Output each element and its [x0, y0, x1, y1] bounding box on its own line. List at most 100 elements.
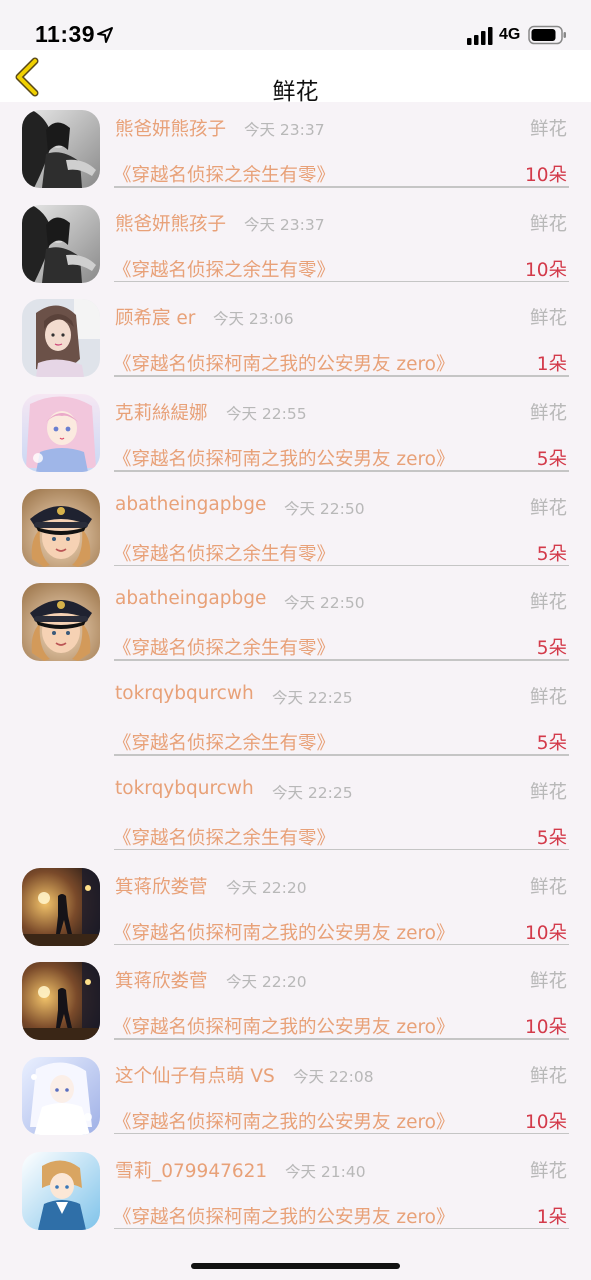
row-divider [114, 280, 569, 283]
avatar[interactable] [22, 110, 100, 188]
book-title[interactable]: 《穿越名侦探柯南之我的公安男友 zero》 [113, 1108, 455, 1134]
user-name[interactable]: abatheingapbge [115, 494, 266, 515]
book-title[interactable]: 《穿越名侦探柯南之我的公安男友 zero》 [113, 350, 455, 376]
user-name[interactable]: tokrqybqurcwh [115, 778, 254, 799]
gift-type: 鲜花 [529, 213, 567, 235]
avatar[interactable] [22, 1056, 100, 1135]
timestamp: 今天 23:06 [213, 310, 294, 329]
flower-count: 10朵 [524, 922, 567, 944]
book-title[interactable]: 《穿越名侦探柯南之我的公安男友 zero》 [113, 1203, 455, 1229]
avatar-image [22, 1056, 100, 1135]
avatar[interactable] [22, 1151, 100, 1230]
gift-type: 鲜花 [529, 592, 567, 614]
timestamp: 今天 23:37 [244, 215, 325, 234]
avatar-image [22, 110, 100, 188]
list-item[interactable]: 箕蒋欣娄菅 今天 22:20 鲜花 《穿越名侦探柯南之我的公安男友 zero》 10朵 [0, 860, 591, 955]
avatar-image [22, 867, 100, 946]
flower-count: 1朵 [536, 354, 567, 376]
user-name[interactable]: 熊爸妍熊孩子 [115, 210, 226, 236]
gift-type: 鲜花 [529, 403, 567, 425]
flower-count: 5朵 [536, 827, 567, 849]
timestamp: 今天 22:25 [272, 783, 353, 802]
list-item[interactable]: 顾希宸 er 今天 23:06 鲜花《穿越名侦探柯南之我的公安男友 zero》 1朵 [0, 291, 591, 386]
flower-count: 5朵 [536, 543, 567, 565]
row-divider [114, 186, 569, 188]
timestamp: 今天 23:37 [244, 121, 325, 139]
user-name[interactable]: 顾希宸 er [115, 304, 195, 330]
user-name[interactable]: tokrqybqurcwh [115, 683, 254, 704]
gift-type: 鲜花 [529, 308, 567, 330]
row-divider [114, 1038, 569, 1040]
row-divider [114, 1227, 569, 1230]
flower-count: 1朵 [536, 1206, 567, 1228]
flower-count: 10朵 [524, 1111, 567, 1133]
flower-count: 10朵 [524, 259, 567, 281]
avatar-image [22, 583, 100, 662]
home-indicator[interactable] [191, 1263, 400, 1269]
user-name[interactable]: abatheingapbge [115, 588, 266, 609]
avatar[interactable] [22, 299, 100, 378]
signal-bars-icon [467, 27, 493, 45]
timestamp: 今天 21:40 [285, 1162, 366, 1181]
avatar[interactable] [22, 867, 100, 946]
list-item[interactable]: abatheingapbge 今天 22:50 鲜花 《穿越名侦探之余生有零》 5朵 [0, 481, 591, 576]
list-item[interactable]: 雪莉_079947621 今天 21:40 鲜花《穿越名侦探柯南之我的公安男友 ze… [0, 1144, 591, 1239]
avatar[interactable] [22, 488, 100, 567]
avatar-image [22, 394, 100, 473]
avatar[interactable] [22, 204, 100, 283]
gift-type: 鲜花 [529, 876, 567, 898]
list-item[interactable]: 熊爸妍熊孩子 今天 23:37 鲜花《穿越名侦探之余生有零》 10朵 [0, 197, 591, 292]
flower-gift-list: 熊爸妍熊孩子 今天 23:37 鲜花 《穿越名侦探之余生有零》 10朵 熊爸妍熊孩子 今天… [0, 102, 591, 1238]
avatar-image [22, 1151, 100, 1230]
user-name[interactable]: 这个仙子有点萌 VS [115, 1062, 275, 1088]
gift-type: 鲜花 [529, 1160, 567, 1182]
user-name[interactable]: 克莉絲緹娜 [115, 399, 208, 425]
avatar[interactable] [22, 962, 100, 1041]
gift-type: 鲜花 [529, 1065, 567, 1087]
list-item[interactable]: 熊爸妍熊孩子 今天 23:37 鲜花 《穿越名侦探之余生有零》 10朵 [0, 102, 591, 197]
status-bar: 11:39 4G [0, 0, 591, 50]
gift-type: 鲜花 [529, 781, 567, 803]
flower-count: 5朵 [536, 733, 567, 755]
book-title[interactable]: 《穿越名侦探之余生有零》 [113, 824, 335, 850]
row-divider [114, 659, 569, 661]
page-title: 鲜花 [272, 79, 319, 105]
avatar[interactable] [22, 583, 100, 662]
book-title[interactable]: 《穿越名侦探之余生有零》 [113, 729, 335, 755]
user-name[interactable]: 雪莉_079947621 [115, 1157, 267, 1183]
book-title[interactable]: 《穿越名侦探柯南之我的公安男友 zero》 [113, 1013, 455, 1039]
book-title[interactable]: 《穿越名侦探之余生有零》 [113, 540, 335, 566]
list-item[interactable]: 这个仙子有点萌 VS 今天 22:08 鲜花《穿越名侦探柯南之我的公安男友 zero… [0, 1049, 591, 1144]
book-title[interactable]: 《穿越名侦探之余生有零》 [113, 256, 335, 282]
user-name[interactable]: 箕蒋欣娄菅 [115, 967, 208, 993]
location-arrow-icon [97, 27, 113, 43]
avatar-image [22, 204, 100, 283]
avatar-image [22, 299, 100, 378]
list-item[interactable]: tokrqybqurcwh 今天 22:25 鲜花《穿越名侦探之余生有零》 5朵 [0, 765, 591, 860]
avatar[interactable] [22, 394, 100, 473]
user-name[interactable]: 熊爸妍熊孩子 [115, 115, 226, 141]
book-title[interactable]: 《穿越名侦探柯南之我的公安男友 zero》 [113, 445, 455, 471]
list-item[interactable]: 箕蒋欣娄菅 今天 22:20 鲜花 《穿越名侦探柯南之我的公安男友 zero》 10朵 [0, 954, 591, 1049]
flower-count: 5朵 [536, 638, 567, 660]
avatar-image [22, 488, 100, 567]
timestamp: 今天 22:08 [293, 1067, 374, 1086]
timestamp: 今天 22:55 [226, 405, 307, 424]
book-title[interactable]: 《穿越名侦探之余生有零》 [113, 634, 335, 660]
row-divider [114, 375, 569, 377]
gift-type: 鲜花 [529, 119, 567, 140]
list-item[interactable]: abatheingapbge 今天 22:50 鲜花 《穿越名侦探之余生有零》 5朵 [0, 575, 591, 670]
battery-icon [528, 25, 566, 45]
network-type: 4G [499, 26, 521, 43]
nav-bar: 鲜花 [0, 50, 591, 105]
list-item[interactable]: 克莉絲緹娜 今天 22:55 鲜花 《穿越名侦探柯南之我的公安男友 zero》 5朵 [0, 386, 591, 481]
gift-type: 鲜花 [529, 687, 567, 709]
flower-count: 10朵 [524, 1017, 567, 1039]
book-title[interactable]: 《穿越名侦探之余生有零》 [113, 161, 335, 187]
book-title[interactable]: 《穿越名侦探柯南之我的公安男友 zero》 [113, 919, 455, 945]
row-divider [114, 1132, 569, 1135]
list-item[interactable]: tokrqybqurcwh 今天 22:25 鲜花 《穿越名侦探之余生有零》 5朵 [0, 670, 591, 765]
user-name[interactable]: 箕蒋欣娄菅 [115, 873, 208, 899]
timestamp: 今天 22:20 [226, 973, 307, 992]
timestamp: 今天 22:50 [284, 499, 365, 518]
